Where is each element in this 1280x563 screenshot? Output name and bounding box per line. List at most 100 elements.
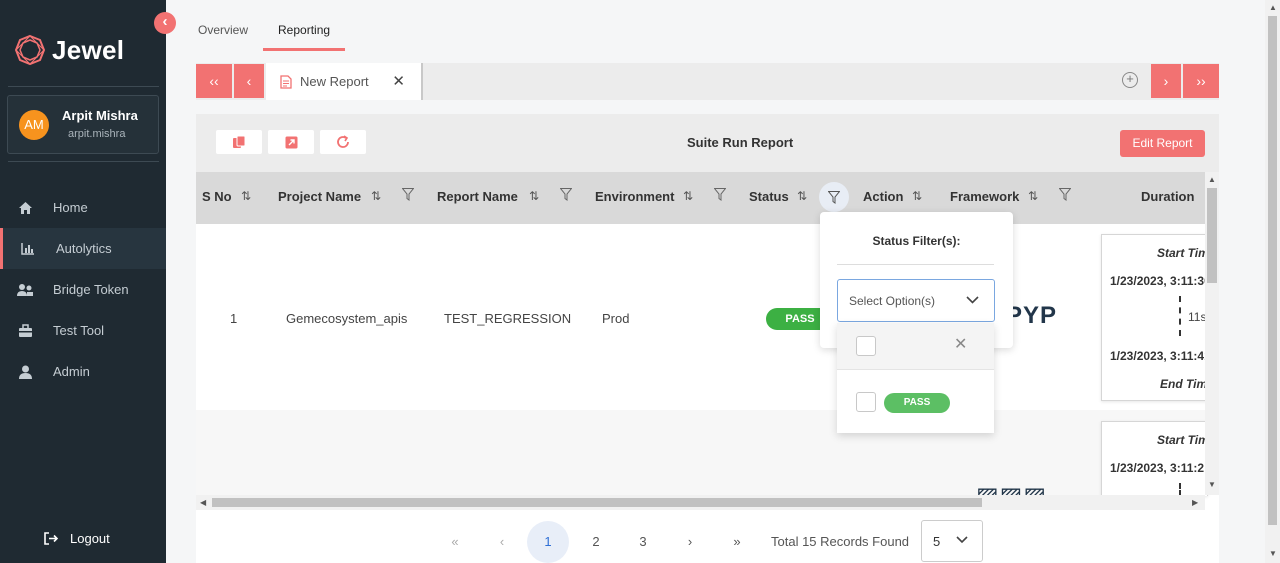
edit-report-button[interactable]: Edit Report (1120, 130, 1205, 157)
sort-icon[interactable]: ⇅ (241, 189, 251, 203)
logout-button[interactable]: Logout (42, 530, 110, 546)
chevron-left-icon: ‹ (162, 13, 168, 30)
scrollbar-thumb[interactable] (1268, 16, 1277, 525)
sort-icon[interactable]: ⇅ (912, 189, 922, 203)
sidebar-item-test-tool[interactable]: Test Tool (0, 310, 166, 351)
sidebar-divider (8, 86, 159, 87)
scroll-down-icon[interactable]: ▼ (1208, 480, 1216, 489)
double-chevron-left-icon: ‹‹ (209, 73, 219, 89)
filter-icon[interactable] (1059, 188, 1071, 201)
scroll-up-icon[interactable]: ▲ (1208, 175, 1216, 184)
report-tab-bar: ‹‹ ‹ New Report ✕ + › ›› (196, 63, 1219, 100)
sort-icon[interactable]: ⇅ (529, 189, 539, 203)
sort-icon[interactable]: ⇅ (371, 189, 381, 203)
copy-button[interactable] (216, 130, 262, 154)
scroll-left-icon[interactable]: ◀ (200, 498, 206, 507)
bar-chart-icon (19, 241, 37, 257)
users-key-icon (16, 282, 34, 298)
report-tab[interactable]: New Report ✕ (266, 63, 423, 100)
chevron-down-icon (956, 536, 968, 544)
option-pass-badge[interactable]: PASS (884, 393, 950, 413)
page-3-button[interactable]: 3 (622, 521, 664, 563)
sort-icon[interactable]: ⇅ (1028, 189, 1038, 203)
sidebar-item-admin[interactable]: Admin (0, 351, 166, 392)
report-toolbar: Suite Run Report Edit Report (196, 114, 1219, 172)
page-1-button[interactable]: 1 (527, 521, 569, 563)
refresh-button[interactable] (320, 130, 366, 154)
next-page-button[interactable]: › (669, 521, 711, 563)
column-header-report: Report Name (437, 189, 518, 204)
sidebar-item-home[interactable]: Home (0, 187, 166, 228)
column-header-environment: Environment (595, 189, 675, 204)
total-records: Total 15 Records Found (771, 534, 910, 549)
page-2-button[interactable]: 2 (575, 521, 617, 563)
sort-icon[interactable]: ⇅ (683, 189, 693, 203)
column-header-sno: S No (202, 189, 232, 204)
logout-icon (42, 530, 60, 546)
table-vertical-scrollbar[interactable]: ▲ ▼ (1205, 172, 1219, 495)
close-icon[interactable]: ✕ (392, 72, 405, 90)
tab-overview[interactable]: Overview (183, 16, 263, 51)
jewel-logo-icon (14, 34, 46, 66)
dropdown-header: ✕ (837, 323, 994, 370)
sidebar-item-bridge-token[interactable]: Bridge Token (0, 269, 166, 310)
column-header-framework: Framework (950, 189, 1020, 204)
sidebar-item-label: Autolytics (56, 241, 112, 256)
export-button[interactable] (268, 130, 314, 154)
framework-logo: ▨▨▨ (976, 482, 1047, 496)
pagination: « ‹ 1 2 3 › » Total 15 Records Found 5 (196, 510, 1219, 563)
option-checkbox[interactable] (856, 392, 876, 412)
table-horizontal-scrollbar[interactable]: ◀ ▶ (196, 495, 1205, 510)
status-multiselect[interactable]: Select Option(s) (837, 279, 995, 322)
prev-page-button[interactable]: ‹ (481, 521, 523, 563)
sort-icon[interactable]: ⇅ (797, 189, 807, 203)
scroll-down-icon[interactable]: ▼ (1269, 549, 1277, 558)
framework-logo: PYP (1006, 302, 1058, 329)
last-tab-button[interactable]: ›› (1183, 64, 1219, 98)
sidebar-collapse-button[interactable]: ‹ (154, 12, 176, 34)
duration-line (1179, 296, 1181, 336)
table-row[interactable]: 1 Gemecosystem_apis TEST_REGRESSION Prod… (196, 224, 1208, 410)
user-name: Arpit Mishra (62, 108, 138, 123)
report-title: Suite Run Report (687, 135, 794, 150)
sidebar-divider (8, 161, 159, 162)
page-scrollbar[interactable]: ▲ ▼ (1265, 0, 1280, 563)
end-time-label: End Time (1160, 377, 1208, 391)
end-time-value: 1/23/2023, 3:11:41 (1110, 349, 1208, 363)
duration-card: Start Time 1/23/2023, 3:11:30 11s 1/23/2… (1101, 234, 1208, 401)
add-tab-icon[interactable]: + (1122, 72, 1138, 88)
sidebar-nav: Home Autolytics Bridge Token Test Tool A… (0, 187, 166, 392)
filter-icon[interactable] (560, 188, 572, 201)
prev-tab-button[interactable]: ‹ (234, 64, 264, 98)
tab-reporting[interactable]: Reporting (263, 16, 346, 51)
scroll-up-icon[interactable]: ▲ (1269, 3, 1277, 12)
user-card[interactable]: AM Arpit Mishra arpit.mishra (7, 95, 159, 154)
sidebar-item-label: Admin (53, 364, 90, 379)
duration-value: 11s (1188, 310, 1207, 324)
double-chevron-right-icon: ›› (1196, 73, 1206, 89)
refresh-icon (337, 135, 349, 148)
scrollbar-thumb[interactable] (1207, 188, 1217, 283)
filter-icon[interactable] (714, 188, 726, 201)
first-tab-button[interactable]: ‹‹ (196, 64, 232, 98)
sidebar-item-autolytics[interactable]: Autolytics (0, 228, 166, 269)
filter-icon[interactable] (402, 188, 414, 201)
next-tab-button[interactable]: › (1151, 64, 1181, 98)
divider (837, 264, 994, 265)
status-filter-button[interactable] (819, 182, 849, 212)
scrollbar-thumb[interactable] (212, 498, 982, 507)
start-time-value: 1/23/2023, 3:11:2 (1110, 461, 1205, 475)
sidebar-item-label: Test Tool (53, 323, 105, 338)
report-card: Suite Run Report Edit Report S No ⇅ Proj… (196, 114, 1219, 563)
column-header-action: Action (863, 189, 904, 204)
table-row[interactable]: ▨▨▨ Start Time 1/23/2023, 3:11:2 (196, 410, 1208, 496)
page-size-select[interactable]: 5 (921, 520, 983, 562)
first-page-button[interactable]: « (434, 521, 476, 563)
last-page-button[interactable]: » (716, 521, 758, 563)
scroll-right-icon[interactable]: ▶ (1192, 498, 1198, 507)
close-icon[interactable]: ✕ (954, 334, 967, 354)
user-icon (16, 364, 34, 380)
select-placeholder: Select Option(s) (849, 294, 936, 308)
sidebar: Jewel AM Arpit Mishra arpit.mishra Home … (0, 0, 166, 563)
select-all-checkbox[interactable] (856, 336, 876, 356)
